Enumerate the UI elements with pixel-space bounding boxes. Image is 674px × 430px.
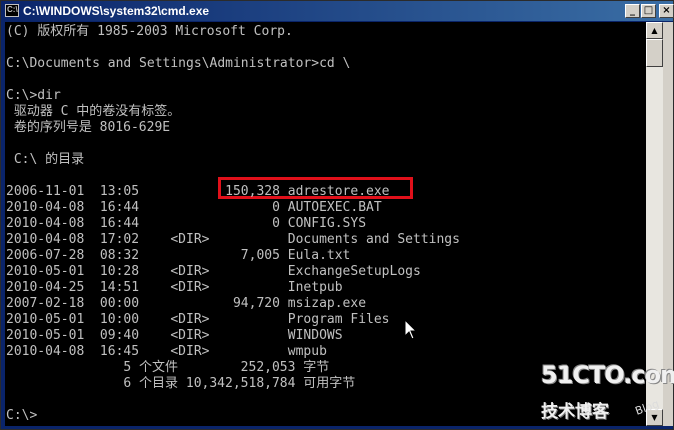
watermark-subtitle: 技术博客	[541, 402, 609, 422]
maximize-button[interactable]: □	[641, 4, 656, 18]
console-line: 2010-04-25 14:51 <DIR> Inetpub	[6, 280, 343, 295]
minimize-button[interactable]: _	[625, 4, 640, 18]
console-line: 6 个目录 10,342,518,784 可用字节	[6, 376, 356, 391]
scroll-up-button[interactable]: ▲	[646, 22, 663, 39]
console-line: 卷的序列号是 8016-629E	[6, 120, 171, 135]
console-line: 2010-05-01 10:28 <DIR> ExchangeSetupLogs	[6, 264, 421, 279]
console-line: 2007-02-18 00:00 94,720 msizap.exe	[6, 296, 367, 311]
console-line: 驱动器 C 中的卷没有标签。	[6, 104, 181, 119]
console-line: C:\Documents and Settings\Administrator>…	[6, 56, 351, 71]
watermark-blog: Blog	[633, 397, 661, 418]
console-line: 2010-04-08 16:44 0 CONFIG.SYS	[6, 216, 367, 231]
mouse-cursor-icon	[404, 319, 418, 340]
console-icon[interactable]: C:\	[5, 4, 19, 17]
console-line: 2006-07-28 08:32 7,005 Eula.txt	[6, 248, 351, 263]
title-bar[interactable]: C:\ C:\WINDOWS\system32\cmd.exe _ □ ×	[1, 1, 674, 21]
console-line: C:\>	[6, 408, 38, 423]
scroll-thumb[interactable]	[646, 39, 663, 67]
console-line: C:\>dir	[6, 88, 61, 103]
console-line: 2010-04-08 17:02 <DIR> Documents and Set…	[6, 232, 460, 247]
console-line: C:\ 的目录	[6, 152, 85, 167]
console-line: 2010-04-08 16:44 0 AUTOEXEC.BAT	[6, 200, 382, 215]
console-line: 2010-05-01 10:00 <DIR> Program Files	[6, 312, 390, 327]
watermark: 51CTO.com 技术博客 Blog	[541, 361, 674, 427]
cmd-window: C:\ C:\WINDOWS\system32\cmd.exe _ □ × (C…	[0, 0, 674, 430]
console-line: 2010-04-08 16:45 <DIR> wmpub	[6, 344, 327, 359]
window-title: C:\WINDOWS\system32\cmd.exe	[23, 4, 210, 18]
console-line: (C) 版权所有 1985-2003 Microsoft Corp.	[6, 24, 293, 39]
close-button[interactable]: ×	[659, 4, 674, 18]
console-line: 2010-05-01 09:40 <DIR> WINDOWS	[6, 328, 343, 343]
console-line: 2006-11-01 13:05 150,328 adrestore.exe	[6, 184, 390, 199]
watermark-logo: 51CTO.com	[541, 361, 674, 389]
console-line: 5 个文件 252,053 字节	[6, 360, 330, 375]
